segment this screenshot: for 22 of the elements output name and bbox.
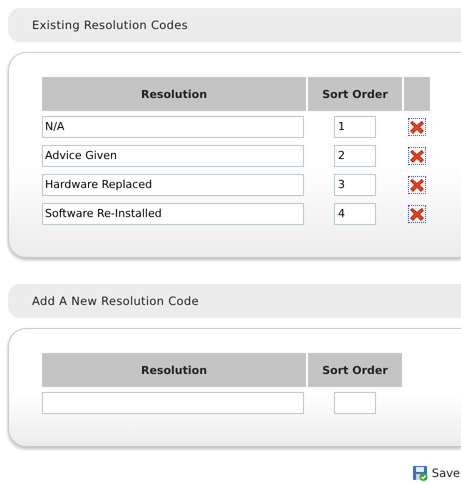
sort-order-field[interactable]: 3 — [334, 174, 376, 196]
column-header: Sort Order — [308, 77, 402, 111]
sort-order-field[interactable]: 1 — [334, 116, 376, 138]
resolution-field[interactable]: N/A — [42, 116, 304, 138]
save-button[interactable]: Save — [412, 465, 461, 481]
resolution-field[interactable]: Advice Given — [42, 144, 304, 166]
delete-icon[interactable] — [408, 118, 426, 136]
column-header — [404, 77, 430, 111]
delete-icon[interactable] — [408, 176, 426, 194]
sort-order-field[interactable]: 4 — [334, 202, 376, 224]
delete-icon[interactable] — [408, 204, 426, 222]
delete-icon[interactable] — [408, 146, 426, 164]
section-header: Existing Resolution Codes — [8, 8, 461, 42]
sort-order-field[interactable]: 2 — [334, 144, 376, 166]
column-header: Resolution — [42, 353, 306, 387]
section-header: Add A New Resolution Code — [8, 284, 461, 318]
column-header: Sort Order — [308, 353, 402, 387]
column-header: Resolution — [42, 77, 306, 111]
sort-order-field[interactable] — [334, 392, 376, 414]
resolution-field[interactable]: Software Re-Installed — [42, 202, 304, 224]
resolution-field[interactable]: Hardware Replaced — [42, 174, 304, 196]
resolution-field[interactable] — [42, 392, 304, 414]
